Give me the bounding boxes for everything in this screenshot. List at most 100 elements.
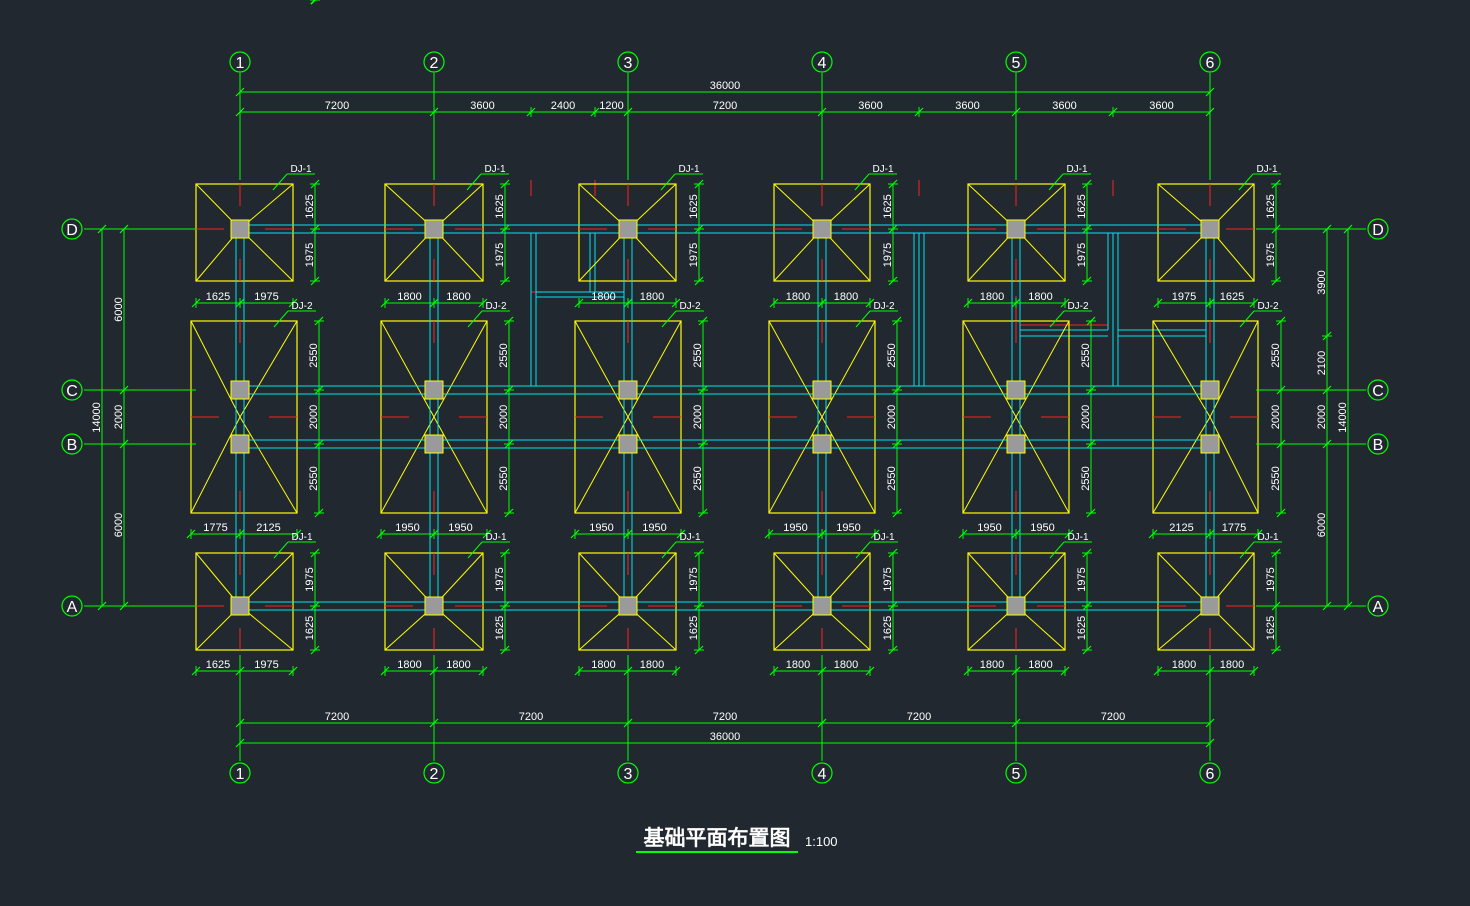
column bbox=[1006, 434, 1026, 454]
axis-bubble-label: B bbox=[1373, 437, 1384, 454]
dimension-text: 6000 bbox=[113, 513, 125, 537]
footing-slope-line bbox=[190, 416, 241, 514]
dimension-text: 1950 bbox=[448, 522, 472, 534]
footing-slope-line bbox=[1209, 416, 1259, 514]
footing-label: DJ-2 bbox=[855, 301, 898, 328]
footing-label-text: DJ-1 bbox=[291, 532, 313, 543]
axis-bubble-label: 1 bbox=[236, 55, 245, 72]
dimension-text: 3600 bbox=[955, 100, 979, 112]
footing-label: DJ-2 bbox=[467, 301, 510, 328]
column bbox=[230, 380, 250, 400]
axis-bubble-label: C bbox=[1372, 383, 1384, 400]
column bbox=[1006, 596, 1026, 616]
dimension-text: 1200 bbox=[599, 100, 623, 112]
dimension-text: 1975 bbox=[1265, 567, 1277, 591]
footing-label: DJ-2 bbox=[273, 301, 316, 328]
dimension-text: 1800 bbox=[834, 291, 858, 303]
dimension-text: 1975 bbox=[304, 243, 316, 267]
dimension-text: 2550 bbox=[308, 343, 320, 367]
footing-label-text: DJ-1 bbox=[290, 164, 312, 175]
footing-label-text: DJ-1 bbox=[1067, 532, 1089, 543]
axis-bubble-top-2: 2 bbox=[423, 51, 445, 73]
dimension-text: 3600 bbox=[1052, 100, 1076, 112]
dimension-text: 1625 bbox=[1265, 616, 1277, 640]
dimension-tick bbox=[310, 0, 316, 5]
vertical-dimension: 6000 2000 6000 bbox=[113, 224, 129, 611]
column bbox=[1200, 434, 1220, 454]
dimension-text: 3600 bbox=[1149, 100, 1173, 112]
dimension-text: 2000 bbox=[1270, 405, 1282, 429]
axis-bubble-label: 6 bbox=[1206, 766, 1215, 783]
leader-line bbox=[272, 173, 288, 191]
axis-bubble-bottom-3: 3 bbox=[617, 762, 639, 784]
dimension-text: 1625 bbox=[304, 194, 316, 218]
dimension-text: 6000 bbox=[1316, 513, 1328, 537]
axis-bubble-left-D: D bbox=[61, 218, 83, 240]
dimension-text: 1975 bbox=[688, 243, 700, 267]
vertical-dimension: 2550 2000 2550 bbox=[692, 316, 708, 518]
column bbox=[1200, 219, 1220, 239]
dimension-text: 1625 bbox=[206, 659, 230, 671]
dimension-text: 1775 bbox=[1222, 522, 1246, 534]
dimension-text: 3600 bbox=[858, 100, 882, 112]
dimension-text: 1625 bbox=[1076, 616, 1088, 640]
column bbox=[424, 219, 444, 239]
footing-label-text: DJ-1 bbox=[484, 164, 506, 175]
axis-bubble-label: C bbox=[66, 383, 78, 400]
dimension-text: 1975 bbox=[882, 567, 894, 591]
footing-label-text: DJ-2 bbox=[679, 301, 701, 312]
dimension-text: 2550 bbox=[692, 343, 704, 367]
dimension-text: 3600 bbox=[470, 100, 494, 112]
footing-labels: DJ-1 DJ-1 DJ-1 DJ-1 DJ-1 DJ-1 DJ-2 DJ-2 DJ-2 DJ-2… bbox=[272, 164, 1282, 559]
dimension-text: 1950 bbox=[589, 522, 613, 534]
dimension-text: 2000 bbox=[498, 405, 510, 429]
dimension-text: 2550 bbox=[1080, 466, 1092, 490]
columns bbox=[230, 219, 1220, 616]
column bbox=[812, 434, 832, 454]
axis-bubbles: 1 1 2 2 3 3 4 4 5 5 6 6 D D C C B B A A bbox=[61, 51, 1389, 784]
footing-slope-line bbox=[380, 320, 435, 418]
column bbox=[424, 434, 444, 454]
dimension-text: 1975 bbox=[1076, 243, 1088, 267]
footing-label-text: DJ-2 bbox=[291, 301, 313, 312]
dimension-text: 1800 bbox=[1028, 659, 1052, 671]
dimension-text: 1775 bbox=[203, 522, 227, 534]
axis-bubble-label: 5 bbox=[1012, 55, 1021, 72]
axis-bubble-label: D bbox=[66, 222, 78, 239]
dimension-text: 7200 bbox=[325, 711, 349, 723]
axis-bubble-bottom-2: 2 bbox=[423, 762, 445, 784]
axis-bubble-label: 1 bbox=[236, 766, 245, 783]
footing-label-text: DJ-1 bbox=[873, 532, 895, 543]
footing-slope-line bbox=[1152, 416, 1211, 514]
axis-bubble-top-3: 3 bbox=[617, 51, 639, 73]
horizontal-dimension: 36000 bbox=[235, 731, 1215, 748]
dimension-text: 1950 bbox=[783, 522, 807, 534]
column bbox=[812, 219, 832, 239]
dimension-text: 2000 bbox=[113, 405, 125, 429]
column bbox=[230, 434, 250, 454]
dimension-text: 1800 bbox=[397, 291, 421, 303]
dimension-text: 2550 bbox=[1080, 343, 1092, 367]
column bbox=[618, 219, 638, 239]
horizontal-dimension: 1800 1800 bbox=[963, 291, 1070, 308]
dimension-text: 14000 bbox=[91, 402, 103, 433]
axis-bubble-bottom-5: 5 bbox=[1005, 762, 1027, 784]
horizontal-dimension: 7200 3600 2400 1200 7200 3600 3600 3600 3600 bbox=[235, 100, 1215, 117]
vertical-dimension: 2550 2000 2550 bbox=[886, 316, 902, 518]
dimension-text: 2550 bbox=[498, 466, 510, 490]
footing-label-text: DJ-2 bbox=[1067, 301, 1089, 312]
footing-slope-line bbox=[574, 416, 629, 514]
leader-line bbox=[467, 310, 483, 328]
column bbox=[618, 596, 638, 616]
dimension-text: 1950 bbox=[642, 522, 666, 534]
vertical-dimension: 2550 2000 2550 bbox=[1080, 316, 1096, 518]
leader-line bbox=[273, 310, 289, 328]
footing-slope-line bbox=[962, 416, 1017, 514]
footing-slope-line bbox=[962, 320, 1017, 418]
axis-bubble-bottom-4: 4 bbox=[811, 762, 833, 784]
center-lines bbox=[530, 180, 1114, 386]
footing-label: DJ-1 bbox=[273, 532, 316, 559]
footing-slope-line bbox=[1015, 320, 1070, 418]
dimension-text: 1625 bbox=[688, 616, 700, 640]
title-scale: 1:100 bbox=[805, 834, 838, 849]
